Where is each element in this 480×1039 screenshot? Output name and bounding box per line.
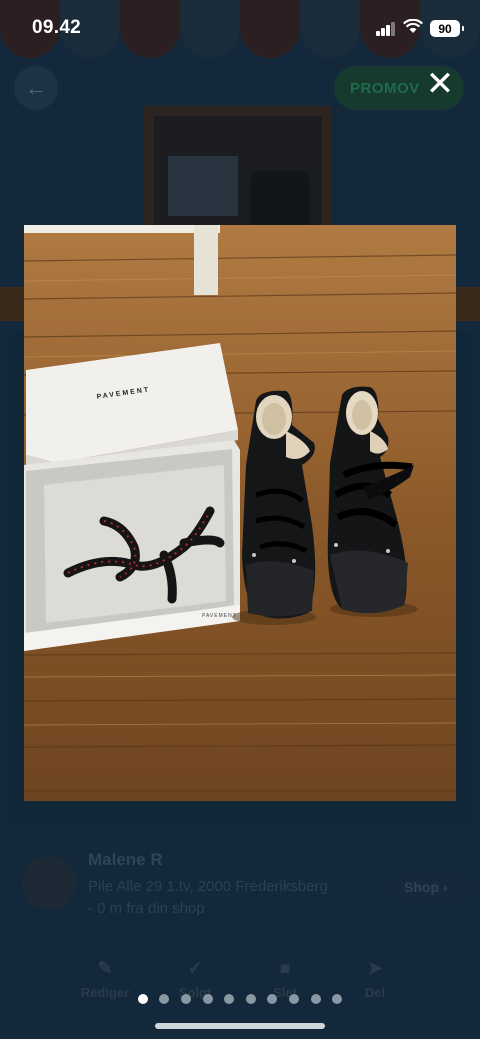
pencil-icon: ✎ bbox=[97, 958, 113, 978]
page-dot[interactable] bbox=[181, 994, 192, 1004]
status-time: 09.42 bbox=[32, 17, 82, 38]
send-icon: ➤ bbox=[367, 958, 383, 978]
seller-address-block: Pile Alle 29 1.tv, 2000 Frederiksberg - … bbox=[88, 876, 388, 920]
seller-address: Pile Alle 29 1.tv, 2000 Frederiksberg bbox=[88, 878, 328, 895]
page-dot[interactable] bbox=[224, 994, 235, 1004]
wifi-icon bbox=[403, 18, 423, 39]
page-indicator[interactable] bbox=[0, 994, 480, 1006]
product-photo[interactable]: PAVEMENT PAVEMENT bbox=[24, 225, 456, 801]
page-dot[interactable] bbox=[288, 994, 299, 1004]
page-dot[interactable] bbox=[137, 994, 148, 1004]
box-side-brand: PAVEMENT bbox=[202, 613, 237, 619]
seller-name: Malene R bbox=[88, 850, 163, 869]
back-arrow-icon: ← bbox=[14, 66, 58, 110]
seller-info: Malene R Pile Alle 29 1.tv, 2000 Frederi… bbox=[22, 850, 472, 920]
shop-button: Shop › bbox=[392, 872, 472, 902]
background-photo-frame bbox=[144, 106, 332, 231]
avatar bbox=[22, 856, 76, 910]
check-icon: ✓ bbox=[187, 958, 203, 978]
seller-distance: - 0 m fra din shop bbox=[88, 900, 205, 917]
page-dot[interactable] bbox=[202, 994, 213, 1004]
signal-icon bbox=[376, 22, 396, 36]
page-dot[interactable] bbox=[310, 994, 321, 1004]
battery-indicator: 90 bbox=[430, 20, 464, 37]
trash-icon: ■ bbox=[279, 958, 291, 978]
page-dot[interactable] bbox=[159, 994, 170, 1004]
page-dot[interactable] bbox=[267, 994, 278, 1004]
close-icon[interactable]: ✕ bbox=[420, 64, 460, 104]
status-bar: 09.42 90 bbox=[0, 0, 480, 58]
page-dot[interactable] bbox=[332, 994, 343, 1004]
page-dot[interactable] bbox=[245, 994, 256, 1004]
home-indicator[interactable] bbox=[155, 1023, 325, 1029]
